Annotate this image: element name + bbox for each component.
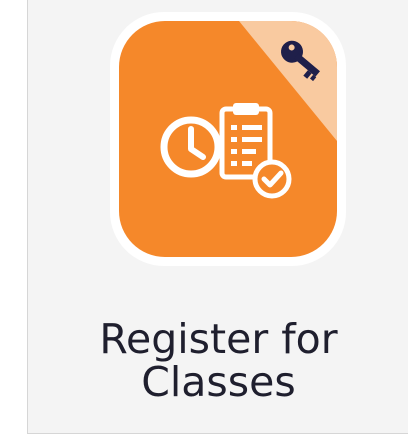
tile-title-line2: Classes (141, 358, 296, 406)
checkmark-icon (252, 159, 292, 199)
tile-title-line1: Register for (99, 315, 338, 363)
tile-title: Register for Classes (28, 318, 408, 404)
app-icon-frame (110, 12, 346, 266)
app-icon (119, 21, 337, 257)
app-icon-graphic (160, 21, 337, 199)
register-for-classes-tile[interactable]: Register for Classes (27, 0, 408, 434)
restricted-corner (239, 21, 337, 141)
clock-icon (160, 116, 222, 178)
